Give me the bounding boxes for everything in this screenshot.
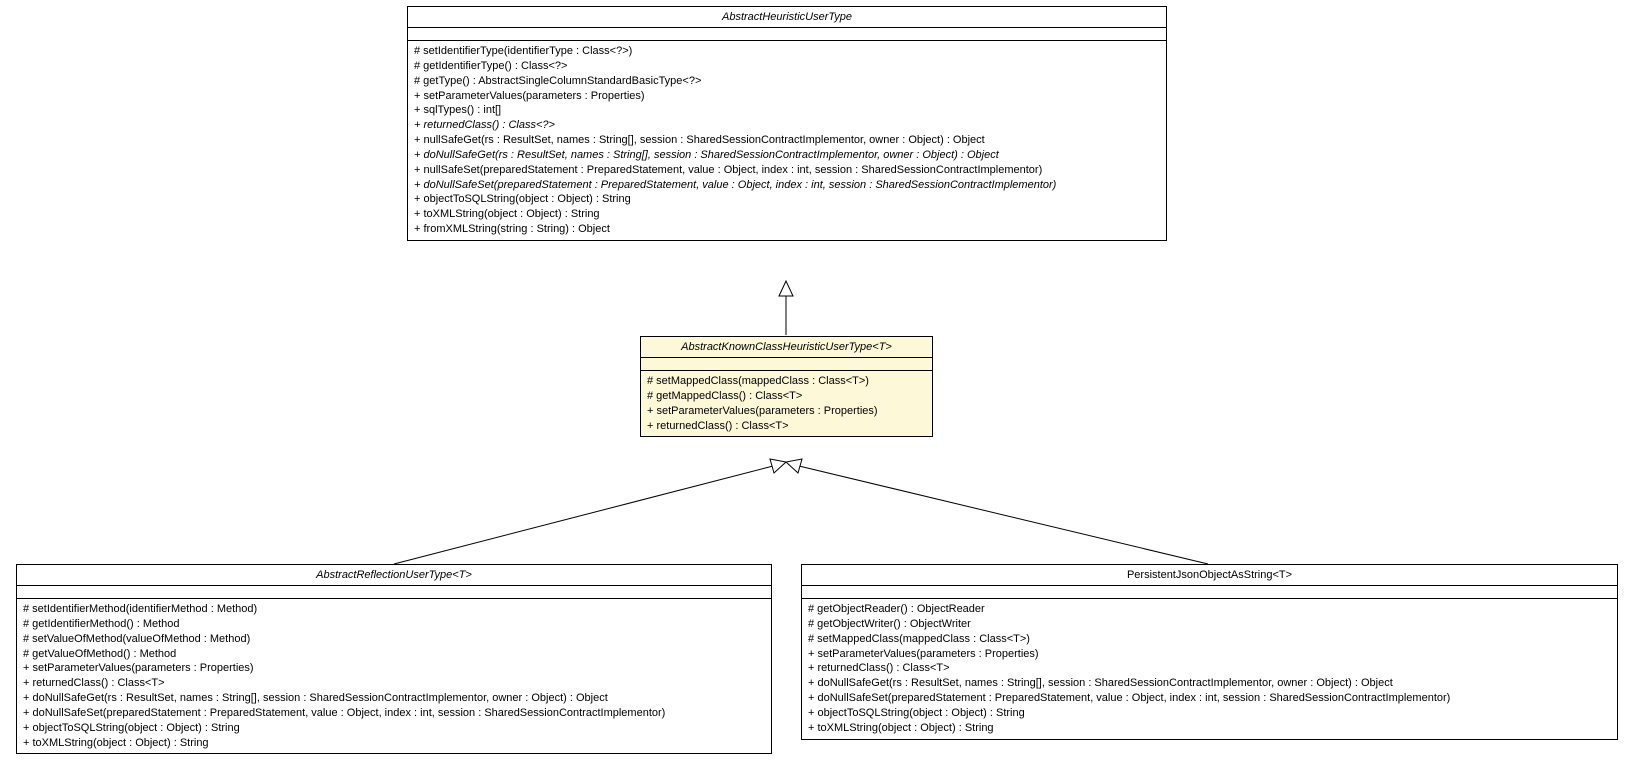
- method-row: # getIdentifierMethod() : Method: [23, 617, 765, 632]
- method-row: + returnedClass() : Class<T>: [808, 661, 1611, 676]
- method-row: # setMappedClass(mappedClass : Class<T>): [647, 374, 926, 389]
- class-abstract-reflection-user-type: AbstractReflectionUserType<T> # setIdent…: [16, 564, 772, 754]
- generalization-arrow-icon: [779, 281, 793, 296]
- method-row: + doNullSafeSet(preparedStatement : Prep…: [414, 178, 1160, 193]
- method-row: # setValueOfMethod(valueOfMethod : Metho…: [23, 632, 765, 647]
- method-row: + setParameterValues(parameters : Proper…: [414, 89, 1160, 104]
- methods-compartment: # getObjectReader() : ObjectReader# getO…: [802, 599, 1617, 739]
- method-row: + setParameterValues(parameters : Proper…: [808, 647, 1611, 662]
- method-row: + toXMLString(object : Object) : String: [808, 721, 1611, 736]
- methods-compartment: # setMappedClass(mappedClass : Class<T>)…: [641, 371, 932, 436]
- method-row: + doNullSafeGet(rs : ResultSet, names : …: [414, 148, 1160, 163]
- method-row: + nullSafeSet(preparedStatement : Prepar…: [414, 163, 1160, 178]
- method-row: + objectToSQLString(object : Object) : S…: [808, 706, 1611, 721]
- methods-compartment: # setIdentifierType(identifierType : Cla…: [408, 41, 1166, 240]
- method-row: # getType() : AbstractSingleColumnStanda…: [414, 74, 1160, 89]
- class-name: AbstractHeuristicUserType: [408, 7, 1166, 28]
- method-row: + returnedClass() : Class<T>: [23, 676, 765, 691]
- class-persistent-json-object-as-string: PersistentJsonObjectAsString<T> # getObj…: [801, 564, 1618, 740]
- method-row: # getObjectWriter() : ObjectWriter: [808, 617, 1611, 632]
- method-row: + objectToSQLString(object : Object) : S…: [23, 721, 765, 736]
- method-row: # setMappedClass(mappedClass : Class<T>): [808, 632, 1611, 647]
- method-row: + setParameterValues(parameters : Proper…: [23, 661, 765, 676]
- class-name: AbstractKnownClassHeuristicUserType<T>: [641, 337, 932, 358]
- method-row: + objectToSQLString(object : Object) : S…: [414, 192, 1160, 207]
- method-row: # setIdentifierMethod(identifierMethod :…: [23, 602, 765, 617]
- methods-compartment: # setIdentifierMethod(identifierMethod :…: [17, 599, 771, 753]
- class-name: AbstractReflectionUserType<T>: [17, 565, 771, 586]
- method-row: + returnedClass() : Class<T>: [647, 419, 926, 434]
- generalization-arrow-icon: [786, 459, 802, 473]
- method-row: # getObjectReader() : ObjectReader: [808, 602, 1611, 617]
- method-row: # setIdentifierType(identifierType : Cla…: [414, 44, 1160, 59]
- generalization-arrow-icon: [770, 459, 786, 473]
- method-row: + setParameterValues(parameters : Proper…: [647, 404, 926, 419]
- method-row: + fromXMLString(string : String) : Objec…: [414, 222, 1160, 237]
- generalization-line: [799, 466, 1208, 564]
- attributes-compartment: [641, 358, 932, 371]
- attributes-compartment: [17, 586, 771, 599]
- generalization-line: [394, 466, 773, 564]
- method-row: + sqlTypes() : int[]: [414, 103, 1160, 118]
- method-row: # getMappedClass() : Class<T>: [647, 389, 926, 404]
- method-row: + returnedClass() : Class<?>: [414, 118, 1160, 133]
- method-row: # getIdentifierType() : Class<?>: [414, 59, 1160, 74]
- method-row: + doNullSafeGet(rs : ResultSet, names : …: [23, 691, 765, 706]
- method-row: + doNullSafeSet(preparedStatement : Prep…: [808, 691, 1611, 706]
- method-row: + doNullSafeSet(preparedStatement : Prep…: [23, 706, 765, 721]
- method-row: + nullSafeGet(rs : ResultSet, names : St…: [414, 133, 1160, 148]
- method-row: + toXMLString(object : Object) : String: [23, 736, 765, 751]
- method-row: + toXMLString(object : Object) : String: [414, 207, 1160, 222]
- class-abstract-heuristic-user-type: AbstractHeuristicUserType # setIdentifie…: [407, 6, 1167, 241]
- attributes-compartment: [802, 586, 1617, 599]
- attributes-compartment: [408, 28, 1166, 41]
- method-row: # getValueOfMethod() : Method: [23, 647, 765, 662]
- method-row: + doNullSafeGet(rs : ResultSet, names : …: [808, 676, 1611, 691]
- class-abstract-known-class-heuristic-user-type: AbstractKnownClassHeuristicUserType<T> #…: [640, 336, 933, 437]
- class-name: PersistentJsonObjectAsString<T>: [802, 565, 1617, 586]
